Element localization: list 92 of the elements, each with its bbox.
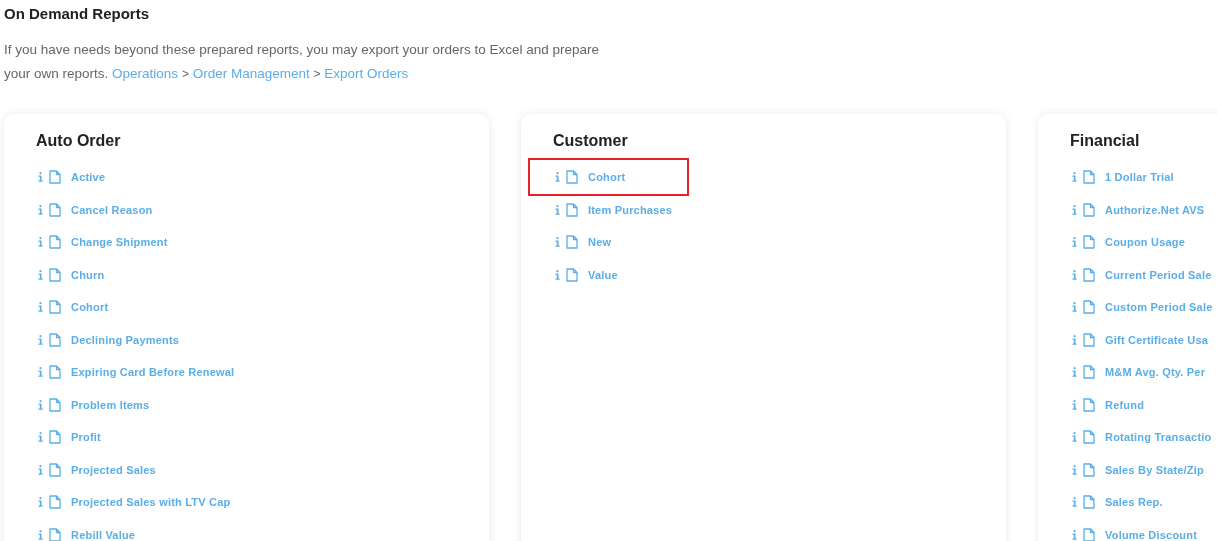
report-link[interactable]: Problem Items bbox=[71, 398, 150, 411]
document-icon bbox=[1083, 332, 1095, 347]
document-icon bbox=[49, 267, 61, 282]
document-icon bbox=[1083, 267, 1095, 282]
document-icon bbox=[49, 495, 61, 510]
report-link[interactable]: New bbox=[588, 236, 612, 249]
report-link[interactable]: Rotating Transactio bbox=[1105, 431, 1212, 444]
report-link[interactable]: Active bbox=[71, 171, 106, 184]
info-icon[interactable] bbox=[38, 237, 43, 248]
page-title: On Demand Reports bbox=[4, 4, 150, 24]
document-icon bbox=[1083, 300, 1095, 315]
report-link[interactable]: Coupon Usage bbox=[1105, 236, 1185, 249]
document-icon bbox=[1083, 365, 1095, 380]
document-icon bbox=[49, 170, 61, 185]
info-icon[interactable] bbox=[555, 237, 560, 248]
document-icon bbox=[49, 300, 61, 315]
info-icon[interactable] bbox=[38, 497, 43, 508]
document-icon bbox=[49, 397, 61, 412]
document-icon bbox=[49, 365, 61, 380]
intro-text: If you have needs beyond these prepared reports, you may export your orders to Excel and prepare your own reports. Operations > Order Management > Export Orders bbox=[4, 41, 601, 83]
report-link[interactable]: Gift Certificate Usa bbox=[1105, 333, 1209, 346]
info-icon[interactable] bbox=[38, 432, 43, 443]
report-link[interactable]: Change Shipment bbox=[71, 236, 168, 249]
report-link[interactable]: Cohort bbox=[588, 171, 626, 184]
info-icon[interactable] bbox=[555, 204, 560, 215]
document-icon bbox=[49, 430, 61, 445]
breadcrumb-link[interactable]: Order Management bbox=[192, 66, 310, 81]
info-icon[interactable] bbox=[1072, 237, 1077, 248]
report-link[interactable]: Sales Rep. bbox=[1105, 496, 1163, 509]
info-icon[interactable] bbox=[38, 302, 43, 313]
info-icon[interactable] bbox=[38, 172, 43, 183]
card-title: Financial bbox=[1070, 131, 1140, 151]
document-icon bbox=[566, 202, 578, 217]
report-link[interactable]: Refund bbox=[1105, 398, 1145, 411]
document-icon bbox=[566, 235, 578, 250]
report-link[interactable]: Declining Payments bbox=[71, 333, 180, 346]
document-icon bbox=[1083, 462, 1095, 477]
info-icon[interactable] bbox=[38, 367, 43, 378]
report-link[interactable]: Volume Discount bbox=[1105, 528, 1198, 541]
report-link[interactable]: Rebill Value bbox=[71, 528, 136, 541]
report-link[interactable]: Authorize.Net AVS bbox=[1105, 203, 1205, 216]
report-link[interactable]: Sales By State/Zip bbox=[1105, 463, 1204, 476]
report-link[interactable]: Item Purchases bbox=[588, 203, 673, 216]
info-icon[interactable] bbox=[38, 269, 43, 280]
document-icon bbox=[1083, 527, 1095, 541]
document-icon bbox=[1083, 170, 1095, 185]
document-icon bbox=[1083, 202, 1095, 217]
document-icon bbox=[1083, 430, 1095, 445]
info-icon[interactable] bbox=[1072, 529, 1077, 540]
info-icon[interactable] bbox=[1072, 497, 1077, 508]
report-link[interactable]: Cancel Reason bbox=[71, 203, 153, 216]
report-link[interactable]: Value bbox=[588, 268, 618, 281]
document-icon bbox=[1083, 495, 1095, 510]
info-icon[interactable] bbox=[38, 399, 43, 410]
info-icon[interactable] bbox=[1072, 464, 1077, 475]
info-icon[interactable] bbox=[1072, 367, 1077, 378]
info-icon[interactable] bbox=[38, 204, 43, 215]
info-icon[interactable] bbox=[555, 269, 560, 280]
info-icon[interactable] bbox=[38, 334, 43, 345]
info-icon[interactable] bbox=[38, 464, 43, 475]
report-link[interactable]: Churn bbox=[71, 268, 105, 281]
card-title: Auto Order bbox=[36, 131, 121, 151]
info-icon[interactable] bbox=[1072, 334, 1077, 345]
report-link[interactable]: Custom Period Sale bbox=[1105, 301, 1213, 314]
info-icon[interactable] bbox=[1072, 302, 1077, 313]
report-link[interactable]: Current Period Sale bbox=[1105, 268, 1212, 281]
document-icon bbox=[49, 462, 61, 477]
report-link[interactable]: 1 Dollar Trial bbox=[1105, 171, 1174, 184]
info-icon[interactable] bbox=[1072, 399, 1077, 410]
report-link[interactable]: M&M Avg. Qty. Per bbox=[1105, 366, 1206, 379]
report-link[interactable]: Projected Sales with LTV Cap bbox=[71, 496, 231, 509]
card-title: Customer bbox=[553, 131, 628, 151]
report-link[interactable]: Profit bbox=[71, 431, 101, 444]
info-icon[interactable] bbox=[38, 529, 43, 540]
info-icon[interactable] bbox=[1072, 432, 1077, 443]
document-icon bbox=[566, 170, 578, 185]
report-link[interactable]: Projected Sales bbox=[71, 463, 156, 476]
info-icon[interactable] bbox=[1072, 269, 1077, 280]
document-icon bbox=[566, 267, 578, 282]
breadcrumb-link[interactable]: Operations bbox=[112, 66, 179, 81]
report-link[interactable]: Cohort bbox=[71, 301, 109, 314]
info-icon[interactable] bbox=[1072, 204, 1077, 215]
document-icon bbox=[49, 332, 61, 347]
info-icon[interactable] bbox=[555, 172, 560, 183]
info-icon[interactable] bbox=[1072, 172, 1077, 183]
report-link[interactable]: Expiring Card Before Renewal bbox=[71, 366, 235, 379]
document-icon bbox=[1083, 397, 1095, 412]
document-icon bbox=[49, 202, 61, 217]
document-icon bbox=[49, 235, 61, 250]
document-icon bbox=[1083, 235, 1095, 250]
document-icon bbox=[49, 527, 61, 541]
breadcrumb-link[interactable]: Export Orders bbox=[324, 66, 409, 81]
